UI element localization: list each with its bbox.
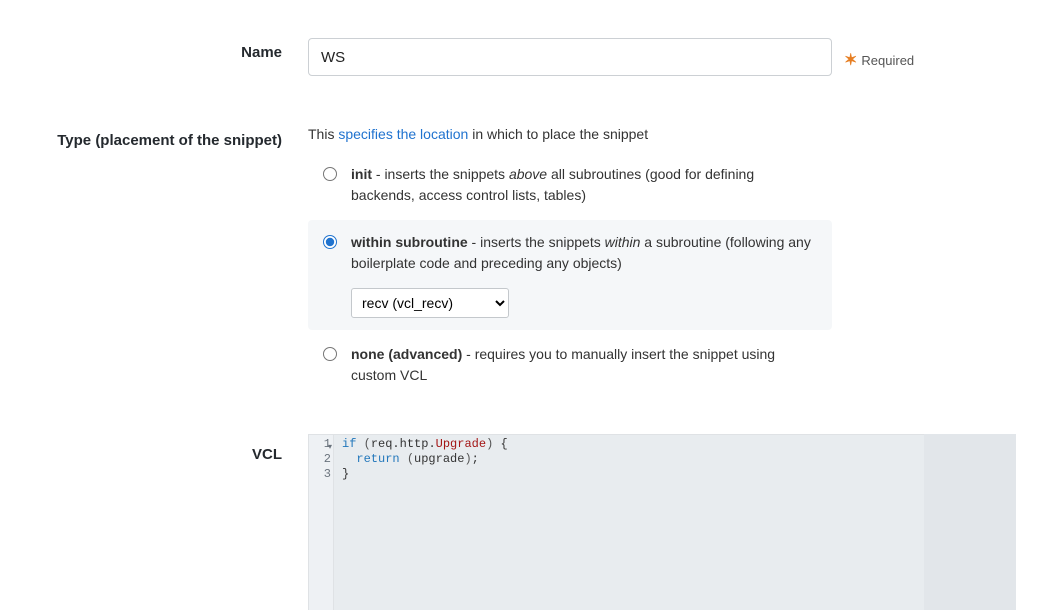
code-line[interactable]: if (req.http.Upgrade) { <box>342 437 1015 452</box>
radio-none-body: none (advanced) - requires you to manual… <box>351 344 820 386</box>
gutter-line: 3 <box>309 467 331 482</box>
radio-none[interactable] <box>323 347 337 361</box>
subroutine-select[interactable]: recv (vcl_recv) <box>351 288 509 318</box>
editor-margin-stripe <box>924 434 1016 610</box>
specifies-location-link[interactable]: specifies the location <box>338 126 468 142</box>
type-desc-post: in which to place the snippet <box>468 126 648 142</box>
row-name: Name ✶ Required <box>0 38 1040 76</box>
radio-option-within[interactable]: within subroutine - inserts the snippets… <box>308 220 832 330</box>
editor-code[interactable]: if (req.http.Upgrade) { return (upgrade)… <box>334 435 1015 610</box>
radio-init-title: init <box>351 166 372 182</box>
gutter-line: 1▾ <box>309 437 331 452</box>
row-type: Type (placement of the snippet) This spe… <box>0 126 1040 398</box>
fold-caret-icon[interactable]: ▾ <box>325 440 332 447</box>
radio-none-title: none (advanced) <box>351 346 462 362</box>
code-line[interactable]: } <box>342 467 1015 482</box>
radio-option-init[interactable]: init - inserts the snippets above all su… <box>308 152 832 218</box>
required-asterisk-icon: ✶ <box>844 52 857 69</box>
row-vcl: VCL 1▾23 if (req.http.Upgrade) { return … <box>0 434 1040 610</box>
name-label: Name <box>0 38 308 61</box>
radio-within[interactable] <box>323 235 337 249</box>
radio-within-title: within subroutine <box>351 234 468 250</box>
radio-within-body: within subroutine - inserts the snippets… <box>351 232 820 318</box>
type-label: Type (placement of the snippet) <box>0 126 308 149</box>
editor-gutter: 1▾23 <box>309 435 334 610</box>
vcl-editor[interactable]: 1▾23 if (req.http.Upgrade) { return (upg… <box>308 434 1016 610</box>
radio-option-none[interactable]: none (advanced) - requires you to manual… <box>308 332 832 398</box>
required-text: Required <box>861 53 914 68</box>
type-description: This specifies the location in which to … <box>308 126 832 142</box>
radio-init-body: init - inserts the snippets above all su… <box>351 164 820 206</box>
gutter-line: 2 <box>309 452 331 467</box>
radio-init[interactable] <box>323 167 337 181</box>
required-indicator: ✶ Required <box>832 38 914 70</box>
type-desc-pre: This <box>308 126 338 142</box>
snippet-form: Name ✶ Required Type (placement of the sn… <box>0 0 1040 610</box>
code-line[interactable]: return (upgrade); <box>342 452 1015 467</box>
name-input[interactable] <box>308 38 832 76</box>
vcl-label: VCL <box>0 434 308 463</box>
